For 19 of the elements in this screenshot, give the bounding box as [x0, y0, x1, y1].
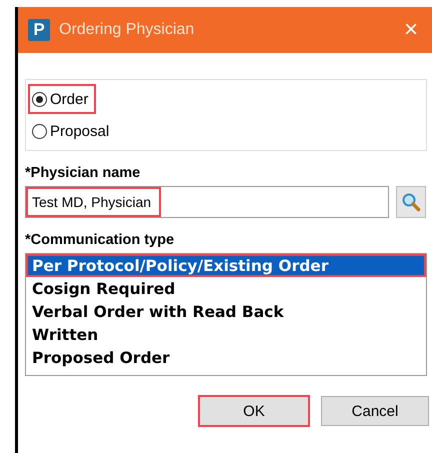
dialog-button[interactable]: OK — [199, 396, 309, 426]
radio-circle[interactable] — [32, 124, 47, 138]
app-logo: P — [28, 19, 50, 41]
radio-option[interactable]: Order — [28, 84, 96, 114]
physician-name-field[interactable]: Test MD, Physician — [25, 186, 389, 218]
field-label: *Physician name — [25, 165, 142, 181]
radio-option[interactable]: Proposal — [28, 116, 118, 146]
field-label: *Communication type — [25, 232, 176, 248]
radio-circle[interactable] — [32, 92, 47, 106]
list-item[interactable]: Written — [26, 323, 426, 346]
field-value: Test MD, Physician — [26, 187, 162, 217]
list-item[interactable]: Proposed Order — [26, 346, 426, 369]
search-icon — [401, 192, 421, 212]
list-item[interactable]: Cosign Required — [26, 277, 426, 300]
list-item[interactable]: Per Protocol/Policy/Existing Order — [26, 254, 426, 277]
window-title: Ordering Physician — [59, 21, 196, 39]
dialog-button[interactable]: Cancel — [321, 396, 429, 426]
list-item[interactable]: Verbal Order with Read Back — [26, 300, 426, 323]
search-button[interactable] — [396, 186, 426, 218]
